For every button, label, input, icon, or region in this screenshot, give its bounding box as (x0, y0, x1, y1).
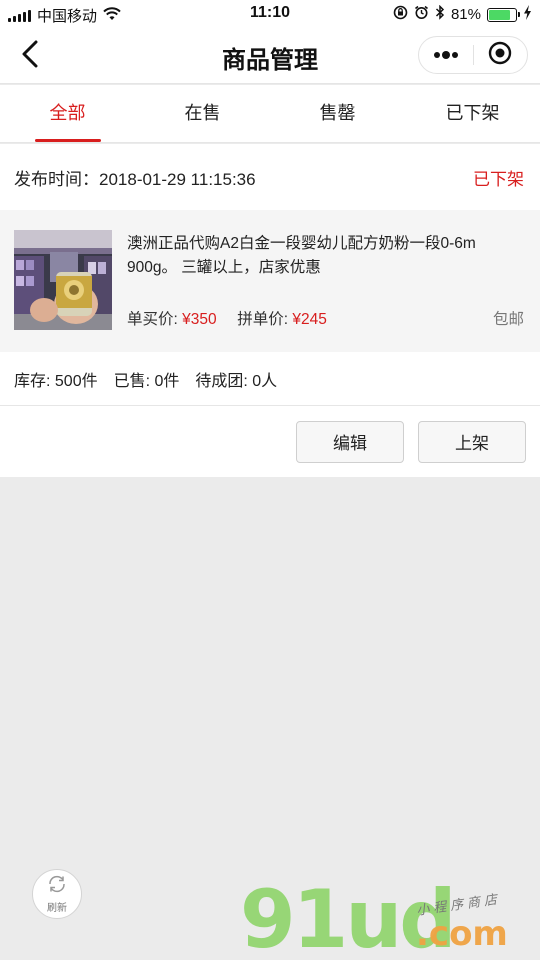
tab-on-sale[interactable]: 在售 (135, 85, 270, 142)
card-header: 发布时间：2018-01-29 11:15:36 已下架 (0, 144, 540, 210)
tab-bar: 全部 在售 售罄 已下架 (0, 85, 540, 143)
pending-group-count: 待成团: 0人 (195, 372, 278, 390)
product-image (14, 230, 112, 330)
status-badge: 已下架 (473, 169, 524, 189)
product-title: 澳洲正品代购A2白金一段婴幼儿配方奶粉一段0-6m 900g。 三罐以上，店家优… (127, 235, 476, 276)
refresh-button[interactable]: 刷新 (32, 869, 82, 919)
watermark-main: 91ud (240, 873, 457, 960)
battery-fill (489, 9, 511, 20)
close-miniprogram-button[interactable] (474, 37, 528, 73)
status-bar: 中国移动 11:10 81% (0, 0, 540, 28)
bluetooth-icon (435, 4, 445, 24)
refresh-icon (46, 875, 68, 898)
single-price-value: ¥350 (182, 311, 217, 328)
refresh-label: 刷新 (47, 902, 67, 914)
more-dots-icon (433, 46, 459, 64)
product-card: 发布时间：2018-01-29 11:15:36 已下架 澳洲正品代购A2白金一… (0, 144, 540, 477)
wifi-icon (103, 6, 121, 25)
tab-off-shelf[interactable]: 已下架 (405, 85, 540, 142)
watermark-tagline: 小程序商店 (415, 891, 502, 918)
watermark-logo: 91ud 小程序商店 .com (240, 880, 540, 960)
price-line: 单买价: ¥350 拼单价: ¥245 (127, 307, 327, 329)
shipping-tag: 包邮 (492, 311, 524, 328)
put-on-shelf-button[interactable]: 上架 (418, 420, 526, 463)
carrier-label: 中国移动 (37, 8, 98, 25)
rotation-lock-icon (393, 5, 408, 24)
stats-row: 库存: 500件 已售: 0件 待成团: 0人 (0, 352, 540, 406)
more-button[interactable] (419, 37, 473, 73)
single-price-label: 单买价: (127, 311, 178, 328)
watermark-suffix: .com (416, 914, 508, 954)
signal-icon (8, 9, 31, 22)
battery-percent: 81% (450, 6, 481, 23)
status-right: 81% (393, 4, 532, 24)
group-price-value: ¥245 (292, 311, 327, 328)
status-left: 中国移动 (8, 5, 121, 26)
sold-count: 已售: 0件 (113, 372, 180, 390)
action-row: 编辑 上架 (0, 406, 540, 477)
alarm-icon (414, 5, 429, 24)
tab-sold-out[interactable]: 售罄 (270, 85, 405, 142)
edit-button[interactable]: 编辑 (296, 420, 404, 463)
charging-icon (523, 5, 532, 24)
stock-count: 库存: 500件 (14, 372, 98, 390)
group-price-label: 拼单价: (237, 311, 289, 328)
target-circle-icon (488, 41, 512, 70)
publish-time: 发布时间：2018-01-29 11:15:36 (14, 169, 256, 189)
tab-all[interactable]: 全部 (0, 85, 135, 142)
product-row[interactable]: 澳洲正品代购A2白金一段婴幼儿配方奶粉一段0-6m 900g。 三罐以上，店家优… (0, 210, 540, 352)
battery-icon (487, 7, 520, 22)
miniprogram-capsule (418, 36, 528, 74)
nav-bar: 商品管理 (0, 28, 540, 84)
